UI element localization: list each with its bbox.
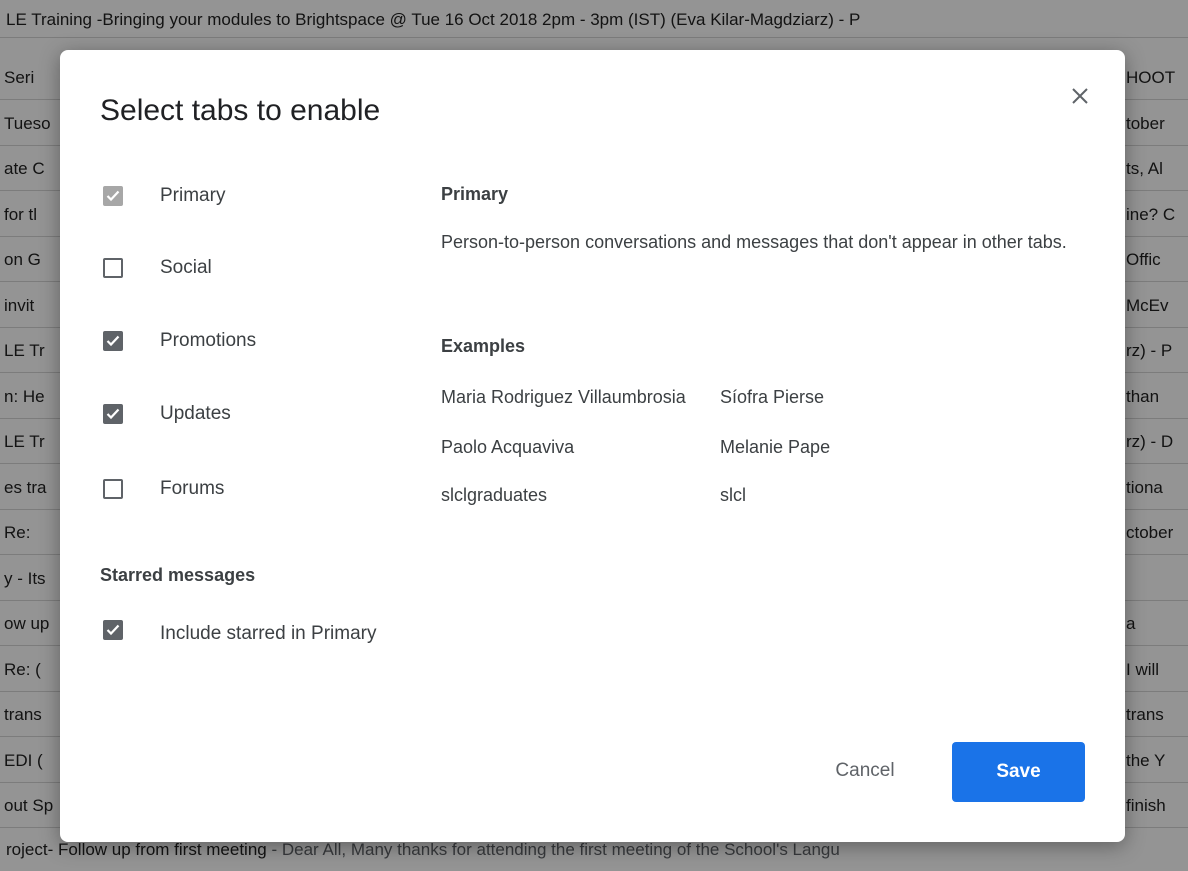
example-sender: Paolo Acquaviva [441,437,575,457]
tab-option-updates[interactable]: Updates [100,394,400,434]
check-icon [106,408,120,420]
check-icon [106,335,120,347]
examples-title: Examples [441,336,526,356]
example-sender: slcl [720,485,746,505]
example-sender: Maria Rodriguez Villaumbrosia [441,387,686,407]
cancel-button[interactable]: Cancel [805,742,925,800]
include-starred-option[interactable]: Include starred in Primary [100,616,400,686]
checkbox-include-starred[interactable] [103,620,123,640]
checkbox-forums[interactable] [103,479,123,499]
example-sender: Melanie Pape [720,437,831,457]
starred-section-label: Starred messages [100,565,256,585]
checkbox-promotions[interactable] [103,331,123,351]
tab-option-label: Promotions [160,330,257,351]
checkbox-social[interactable] [103,258,123,278]
select-tabs-dialog: Select tabs to enable Primary Social Pro… [60,50,1125,842]
tab-option-promotions[interactable]: Promotions [100,321,400,361]
tab-option-label: Forums [160,478,225,499]
description-title: Primary [441,184,509,204]
include-starred-label: Include starred in Primary [160,623,377,644]
example-sender: Síofra Pierse [720,387,825,407]
close-button[interactable] [1062,78,1098,114]
checkbox-updates[interactable] [103,404,123,424]
example-sender: slclgraduates [441,485,548,505]
tab-option-primary[interactable]: Primary [100,176,400,216]
tab-option-label: Updates [160,403,231,424]
description-text: Person-to-person conversations and messa… [441,232,1067,252]
checkbox-primary[interactable] [103,186,123,206]
tab-option-forums[interactable]: Forums [100,469,400,509]
tab-option-social[interactable]: Social [100,248,400,288]
check-icon [106,190,120,202]
tab-option-label: Social [160,257,212,278]
close-icon [1072,88,1088,104]
tab-option-label: Primary [160,185,226,206]
save-button[interactable]: Save [952,742,1085,802]
check-icon [106,624,120,636]
dialog-title: Select tabs to enable [100,94,381,127]
